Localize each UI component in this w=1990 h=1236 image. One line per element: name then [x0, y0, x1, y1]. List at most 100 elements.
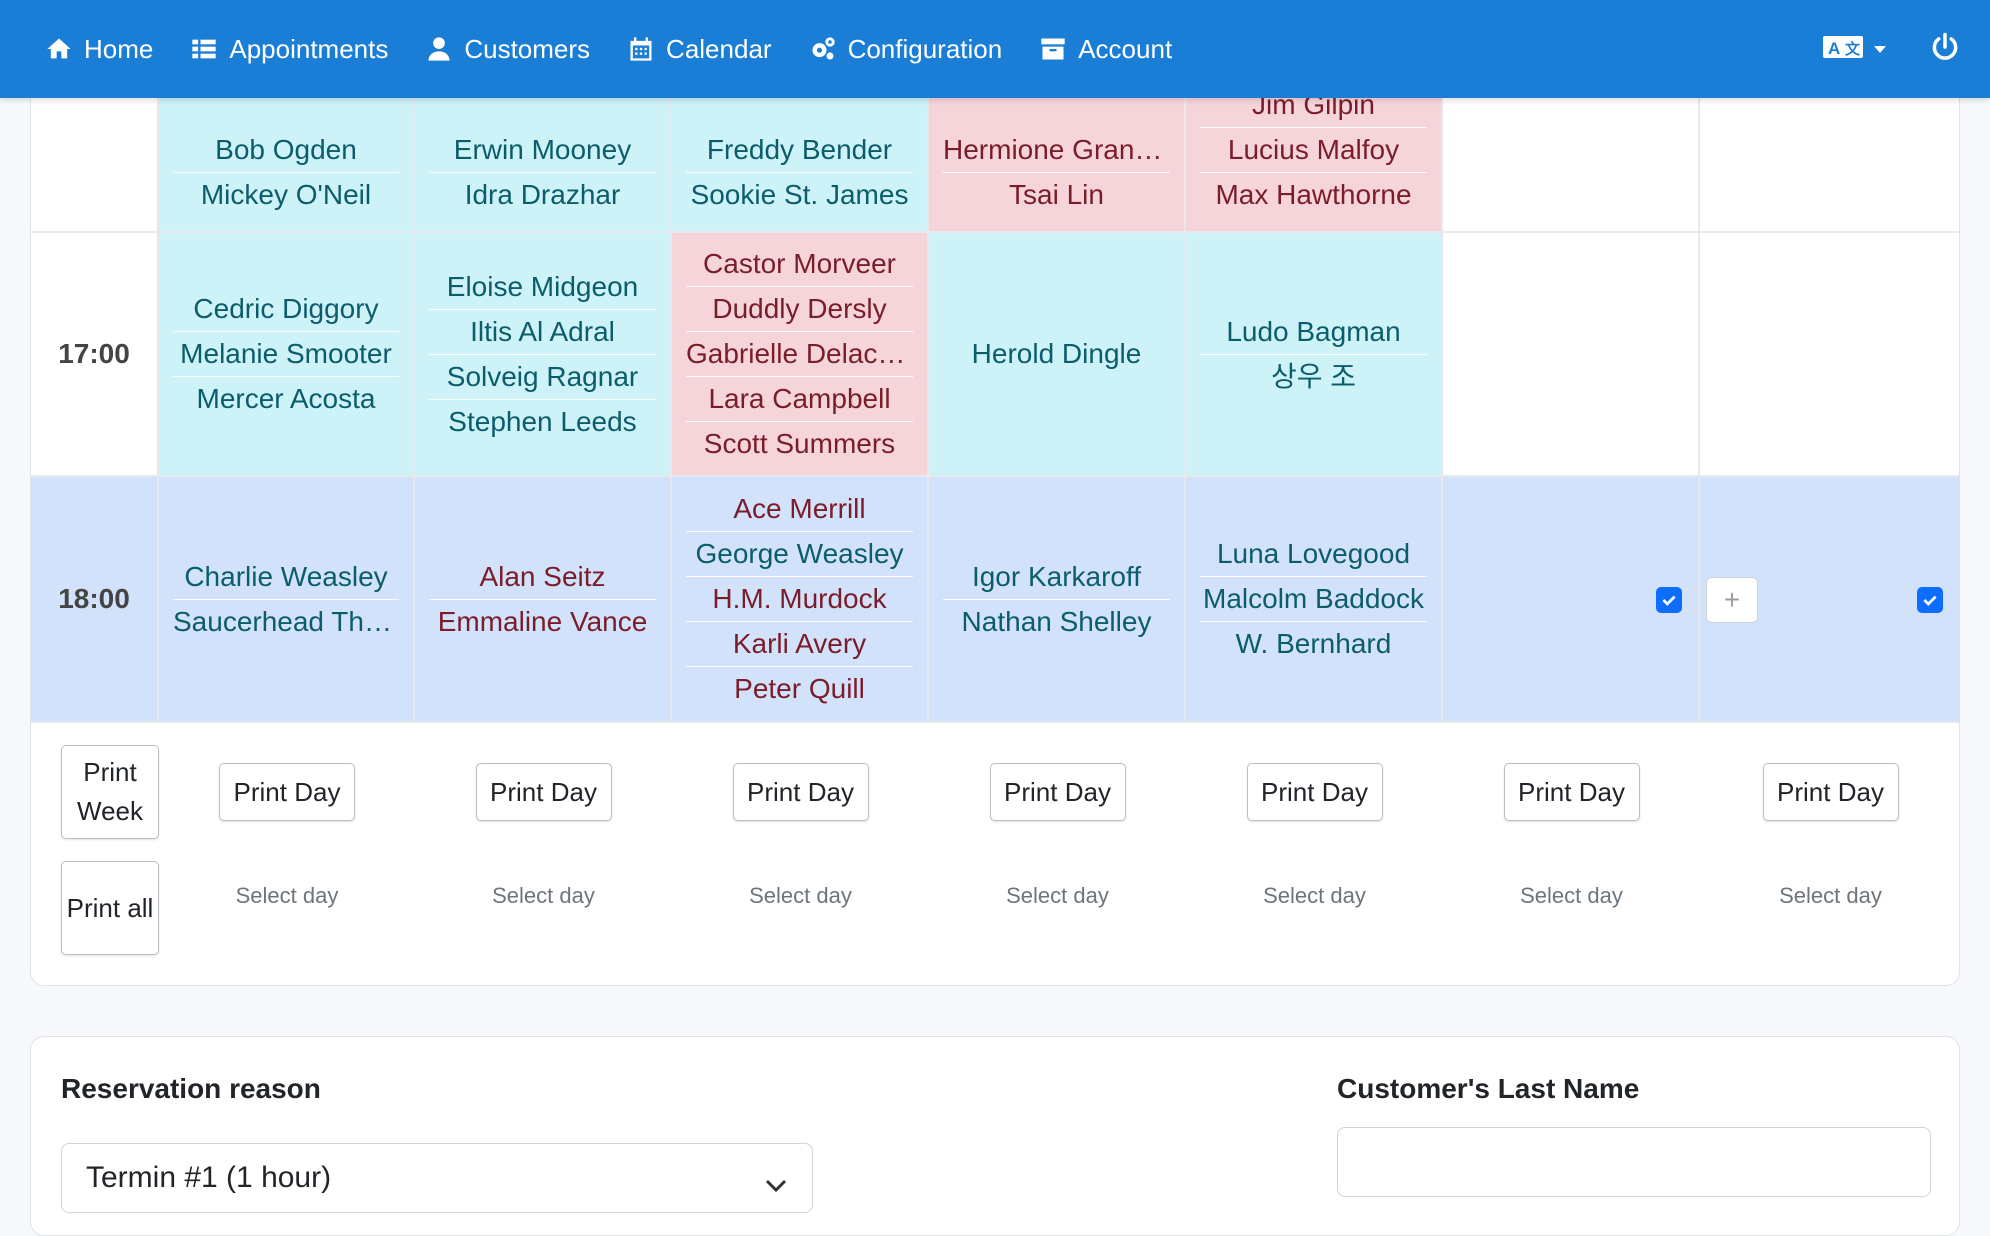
customer-name[interactable]: Tsai Lin	[943, 173, 1170, 217]
language-dropdown[interactable]: A文	[1822, 32, 1886, 67]
nav-appointments[interactable]: Appointments	[189, 34, 388, 65]
select-day-link[interactable]: Select day	[207, 883, 367, 909]
top-navbar: Home Appointments Customers Calendar Con…	[0, 0, 1990, 98]
schedule-slot[interactable]	[1700, 233, 1959, 477]
schedule-slot[interactable]: Castor Morveer Duddly Dersly Gabrielle Del…	[672, 233, 929, 477]
nav-calendar[interactable]: Calendar	[626, 34, 772, 65]
customer-name[interactable]: Castor Morveer	[686, 242, 913, 287]
customer-name[interactable]: Eloise Midgeon	[429, 265, 656, 310]
archive-icon	[1038, 34, 1068, 64]
customer-name[interactable]: Erwin Mooney	[429, 128, 656, 173]
customer-name[interactable]: Herold Dingle	[943, 332, 1170, 376]
select-day-link[interactable]: Select day	[464, 883, 624, 909]
schedule-slot[interactable]: Luna Lovegood Malcolm Baddock W. Bernhard	[1186, 477, 1443, 723]
customer-last-name-input[interactable]	[1337, 1127, 1931, 1197]
customer-name[interactable]: Alan Seitz	[429, 555, 656, 600]
add-appointment-button[interactable]: +	[1706, 577, 1758, 623]
customer-name[interactable]: Stephen Leeds	[429, 400, 656, 444]
check-icon	[1923, 595, 1937, 606]
select-day-link[interactable]: Select day	[978, 883, 1138, 909]
customer-name[interactable]: Gabrielle Delacour	[686, 332, 913, 377]
customer-name[interactable]: Luna Lovegood	[1200, 532, 1427, 577]
nav-customers[interactable]: Customers	[424, 34, 590, 65]
nav-home[interactable]: Home	[44, 34, 153, 65]
schedule-slot[interactable]: Igor Karkaroff Nathan Shelley	[929, 477, 1186, 723]
customer-name[interactable]: Mickey O'Neil	[173, 173, 399, 217]
print-day-button[interactable]: Print Day	[1762, 763, 1899, 821]
reservation-form-card: Reservation reason Termin #1 (1 hour) Cu…	[30, 1036, 1960, 1236]
print-all-button[interactable]: Print all	[61, 861, 159, 955]
slot-select-checkbox[interactable]	[1656, 587, 1682, 613]
schedule-slot[interactable]: Charlie Weasley Saucerhead Tharpe	[159, 477, 415, 723]
nav-home-label: Home	[84, 33, 154, 64]
nav-appointments-label: Appointments	[229, 33, 389, 64]
customer-name[interactable]: Nathan Shelley	[943, 600, 1170, 644]
customer-name[interactable]: Sookie St. James	[686, 173, 913, 217]
select-day-link[interactable]: Select day	[721, 883, 881, 909]
reservation-reason-label: Reservation reason	[61, 1073, 321, 1104]
customer-name[interactable]: Igor Karkaroff	[943, 555, 1170, 600]
customer-name[interactable]: Charlie Weasley	[173, 555, 399, 600]
customer-name[interactable]: Iltis Al Adral	[429, 310, 656, 355]
schedule-card: Bob Ogden Mickey O'Neil Erwin Mooney Idra D…	[30, 40, 1960, 986]
customer-name[interactable]: H.M. Murdock	[686, 577, 913, 622]
nav-account-label: Account	[1078, 33, 1173, 64]
customer-name[interactable]: Idra Drazhar	[429, 173, 656, 217]
nav-configuration[interactable]: Configuration	[808, 33, 1003, 65]
customer-name[interactable]: Emmaline Vance	[429, 600, 656, 644]
home-icon	[44, 34, 74, 64]
print-day-button[interactable]: Print Day	[1503, 763, 1640, 821]
logout-button[interactable]	[1930, 32, 1960, 67]
schedule-slot[interactable]: Ace Merrill George Weasley H.M. Murdock Kar…	[672, 477, 929, 723]
print-day-button[interactable]: Print Day	[219, 763, 355, 821]
customer-name[interactable]: Freddy Bender	[686, 128, 913, 173]
customer-name[interactable]: Lucius Malfoy	[1200, 128, 1427, 173]
customer-name[interactable]: W. Bernhard	[1200, 622, 1427, 666]
slot-select-checkbox[interactable]	[1917, 587, 1943, 613]
chevron-down-icon	[1874, 45, 1886, 53]
customer-name[interactable]: Bob Ogden	[173, 128, 399, 173]
customer-name[interactable]: 상우 조	[1200, 355, 1427, 399]
calendar-icon	[626, 34, 656, 64]
customer-name[interactable]: Ace Merrill	[686, 487, 913, 532]
customer-name[interactable]: George Weasley	[686, 532, 913, 577]
customer-name[interactable]: Peter Quill	[686, 667, 913, 711]
schedule-slot[interactable]: Cedric Diggory Melanie Smooter Mercer Acos…	[159, 233, 415, 477]
select-day-link[interactable]: Select day	[1751, 883, 1911, 909]
user-icon	[424, 34, 454, 64]
schedule-slot[interactable]	[1443, 233, 1700, 477]
nav-calendar-label: Calendar	[666, 33, 772, 64]
customer-last-name-label: Customer's Last Name	[1337, 1073, 1640, 1104]
nav-account[interactable]: Account	[1038, 34, 1172, 65]
customer-name[interactable]: Solveig Ragnar	[429, 355, 656, 400]
chevron-down-icon	[764, 1168, 788, 1202]
customer-name[interactable]: Scott Summers	[686, 422, 913, 466]
schedule-slot[interactable]: Eloise Midgeon Iltis Al Adral Solveig Ragn…	[415, 233, 672, 477]
nav-configuration-label: Configuration	[847, 33, 1003, 64]
customer-name[interactable]: Malcolm Baddock	[1200, 577, 1427, 622]
schedule-slot[interactable]: Ludo Bagman 상우 조	[1186, 233, 1443, 477]
schedule-slot[interactable]: Alan Seitz Emmaline Vance	[415, 477, 672, 723]
print-day-button[interactable]: Print Day	[989, 763, 1126, 821]
print-day-button[interactable]: Print Day	[1246, 763, 1383, 821]
customer-name[interactable]: Melanie Smooter	[173, 332, 399, 377]
time-label: 17:00	[31, 233, 159, 477]
reservation-reason-value: Termin #1 (1 hour)	[86, 1161, 332, 1194]
customer-name[interactable]: Cedric Diggory	[173, 287, 399, 332]
print-day-button[interactable]: Print Day	[732, 763, 869, 821]
customer-name[interactable]: Mercer Acosta	[173, 377, 399, 421]
customer-name[interactable]: Ludo Bagman	[1200, 310, 1427, 355]
customer-name[interactable]: Karli Avery	[686, 622, 913, 667]
reservation-reason-select[interactable]: Termin #1 (1 hour)	[61, 1143, 813, 1213]
print-week-button[interactable]: Print Week	[61, 745, 159, 839]
customer-name[interactable]: Duddly Dersly	[686, 287, 913, 332]
print-day-button[interactable]: Print Day	[475, 763, 612, 821]
select-day-link[interactable]: Select day	[1492, 883, 1652, 909]
customer-name[interactable]: Max Hawthorne	[1200, 173, 1427, 217]
customer-name[interactable]: Lara Campbell	[686, 377, 913, 422]
svg-text:A: A	[1828, 39, 1840, 58]
customer-name[interactable]: Saucerhead Tharpe	[173, 600, 399, 644]
select-day-link[interactable]: Select day	[1235, 883, 1395, 909]
customer-name[interactable]: Hermione Granger	[943, 128, 1170, 173]
schedule-slot[interactable]: Herold Dingle	[929, 233, 1186, 477]
